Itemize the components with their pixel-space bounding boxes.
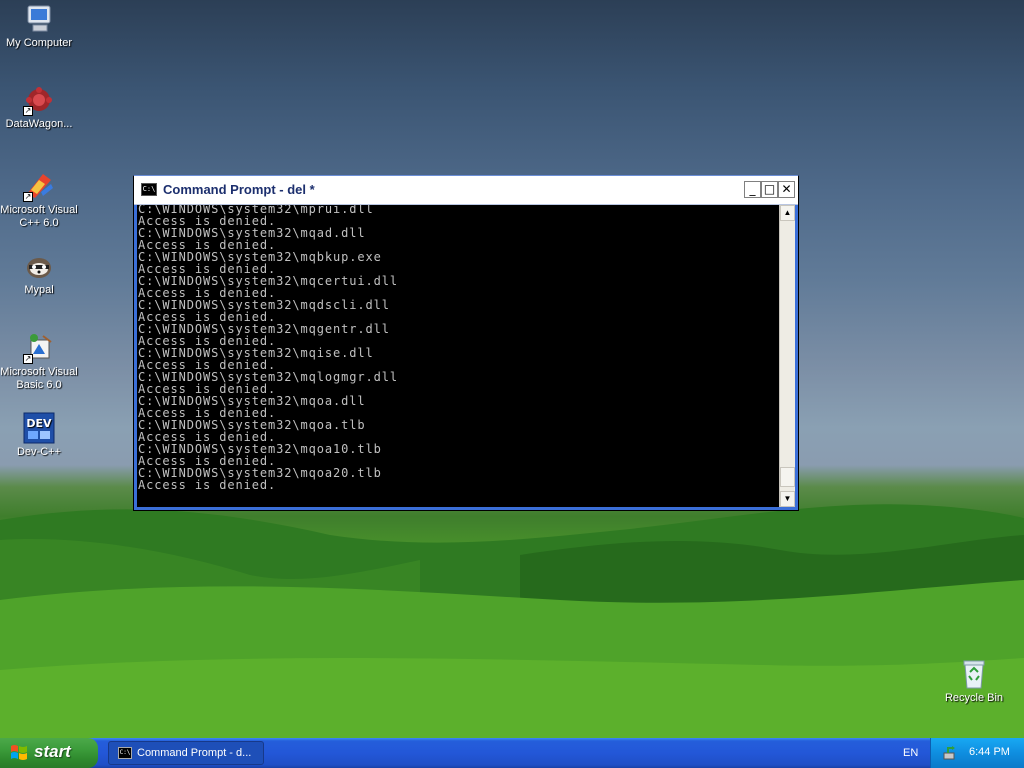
start-button[interactable]: start: [0, 738, 98, 768]
desktop-icon-label: My Computer: [5, 37, 73, 49]
scroll-thumb[interactable]: [780, 467, 795, 487]
window-title-bar[interactable]: C:\ Command Prompt - del * _ □ ✕: [134, 176, 798, 205]
clock[interactable]: 6:44 PM: [969, 746, 1010, 758]
window-title: Command Prompt - del *: [163, 182, 315, 197]
visual-basic-icon: ↗: [23, 332, 55, 364]
console-lines: C:\WINDOWS\system32\mprui.dll Access is d…: [138, 205, 398, 491]
desktop-icon-datawagon[interactable]: ↗ DataWagon...: [0, 84, 80, 131]
dev-cpp-icon: DEV: [23, 412, 55, 444]
windows-logo-icon: [11, 745, 27, 760]
desktop-icon-label: Microsoft Visual C++ 6.0: [0, 204, 78, 229]
recycle-bin-icon: [958, 658, 990, 690]
console-line: Access is denied.: [138, 478, 277, 492]
green-hills-wallpaper: [0, 504, 1024, 738]
desktop-icon-visual-cpp[interactable]: ↗ Microsoft Visual C++ 6.0: [0, 170, 80, 230]
language-indicator[interactable]: EN: [903, 747, 918, 759]
datawagon-icon: ↗: [23, 84, 55, 116]
desktop-icon-label: DataWagon...: [5, 118, 73, 130]
svg-text:DEV: DEV: [26, 417, 52, 430]
desktop-icon-label: Recycle Bin: [944, 692, 1004, 704]
shortcut-arrow-icon: ↗: [23, 106, 33, 116]
desktop-icon-dev-cpp[interactable]: DEV Dev-C++: [0, 412, 80, 459]
close-button[interactable]: ✕: [778, 181, 795, 198]
scroll-up-button[interactable]: ▲: [780, 205, 795, 221]
desktop-icon-label: Dev-C++: [16, 446, 62, 458]
taskbar-button-command-prompt[interactable]: C:\ Command Prompt - d...: [108, 741, 264, 765]
start-label: start: [34, 742, 71, 761]
shortcut-arrow-icon: ↗: [23, 354, 33, 364]
desktop-icon-recycle-bin[interactable]: Recycle Bin: [933, 658, 1015, 705]
console-icon: C:\: [118, 747, 132, 759]
vertical-scrollbar[interactable]: ▲ ▼: [779, 205, 795, 507]
system-tray: 6:44 PM: [930, 738, 1024, 768]
taskbar: start C:\ Command Prompt - d... EN 6:44 …: [0, 738, 1024, 768]
scroll-down-button[interactable]: ▼: [780, 491, 795, 507]
mypal-icon: [23, 250, 55, 282]
shortcut-arrow-icon: ↗: [23, 192, 33, 202]
computer-icon: [23, 3, 55, 35]
command-prompt-window[interactable]: C:\ Command Prompt - del * _ □ ✕ C:\WIND…: [133, 175, 799, 511]
maximize-button[interactable]: □: [761, 181, 778, 198]
desktop-icon-my-computer[interactable]: My Computer: [0, 3, 80, 50]
taskbar-button-label: Command Prompt - d...: [137, 747, 252, 759]
desktop-icon-label: Mypal: [24, 284, 54, 296]
desktop-icon-label: Microsoft Visual Basic 6.0: [0, 366, 78, 391]
minimize-button[interactable]: _: [744, 181, 761, 198]
console-icon[interactable]: C:\: [141, 183, 157, 196]
desktop-icon-visual-basic[interactable]: ↗ Microsoft Visual Basic 6.0: [0, 332, 80, 392]
safely-remove-hardware-icon[interactable]: [942, 745, 958, 761]
desktop-icon-mypal[interactable]: Mypal: [0, 250, 80, 297]
visual-cpp-icon: ↗: [23, 170, 55, 202]
desktop: My Computer ↗ DataWagon... ↗ Microsoft V…: [0, 0, 1024, 738]
console-output[interactable]: C:\WINDOWS\system32\mprui.dll Access is d…: [137, 205, 779, 507]
